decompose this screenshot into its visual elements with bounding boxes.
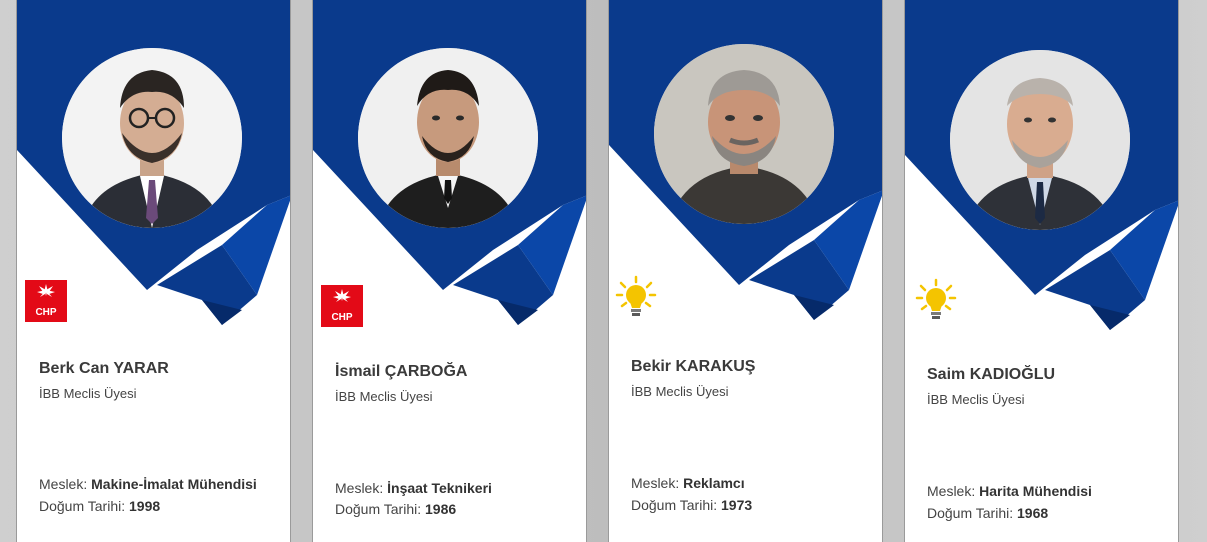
member-photo — [62, 48, 242, 228]
svg-text:CHP: CHP — [331, 312, 352, 323]
member-profession: Meslek: Reklamcı — [631, 475, 745, 491]
member-name: Berk Can YARAR — [39, 360, 169, 377]
member-card[interactable]: CHP İsmail ÇARBOĞA İBB Meclis Üyesi Mesl… — [312, 0, 587, 542]
chp-logo-icon: CHP — [25, 280, 67, 322]
member-role: İBB Meclis Üyesi — [335, 389, 433, 404]
member-profession: Meslek: Harita Mühendisi — [927, 483, 1092, 499]
member-photo — [358, 48, 538, 228]
member-card[interactable]: CHP Berk Can YARAR İBB Meclis Üyesi Mesl… — [16, 0, 291, 542]
member-card[interactable]: Bekir KARAKUŞ İBB Meclis Üyesi Meslek: R… — [608, 0, 883, 542]
svg-text:CHP: CHP — [35, 307, 56, 318]
member-photo — [654, 44, 834, 224]
member-name: Saim KADIOĞLU — [927, 366, 1056, 383]
member-birth-date: Doğum Tarihi: 1968 — [927, 505, 1049, 521]
member-profession: Meslek: Makine-İmalat Mühendisi — [39, 476, 257, 492]
member-role: İBB Meclis Üyesi — [927, 392, 1025, 407]
chp-logo-icon: CHP — [321, 285, 363, 327]
member-photo — [950, 50, 1130, 230]
member-role: İBB Meclis Üyesi — [631, 384, 729, 399]
akp-lightbulb-icon — [915, 278, 957, 320]
member-birth-date: Doğum Tarihi: 1973 — [631, 497, 753, 513]
akp-lightbulb-icon — [615, 275, 657, 317]
member-birth-date: Doğum Tarihi: 1998 — [39, 498, 161, 514]
member-birth-date: Doğum Tarihi: 1986 — [335, 501, 457, 517]
member-card[interactable]: Saim KADIOĞLU İBB Meclis Üyesi Meslek: H… — [904, 0, 1179, 542]
member-name: İsmail ÇARBOĞA — [335, 363, 468, 380]
member-role: İBB Meclis Üyesi — [39, 386, 137, 401]
member-profession: Meslek: İnşaat Teknikeri — [335, 480, 492, 496]
member-name: Bekir KARAKUŞ — [631, 358, 756, 375]
